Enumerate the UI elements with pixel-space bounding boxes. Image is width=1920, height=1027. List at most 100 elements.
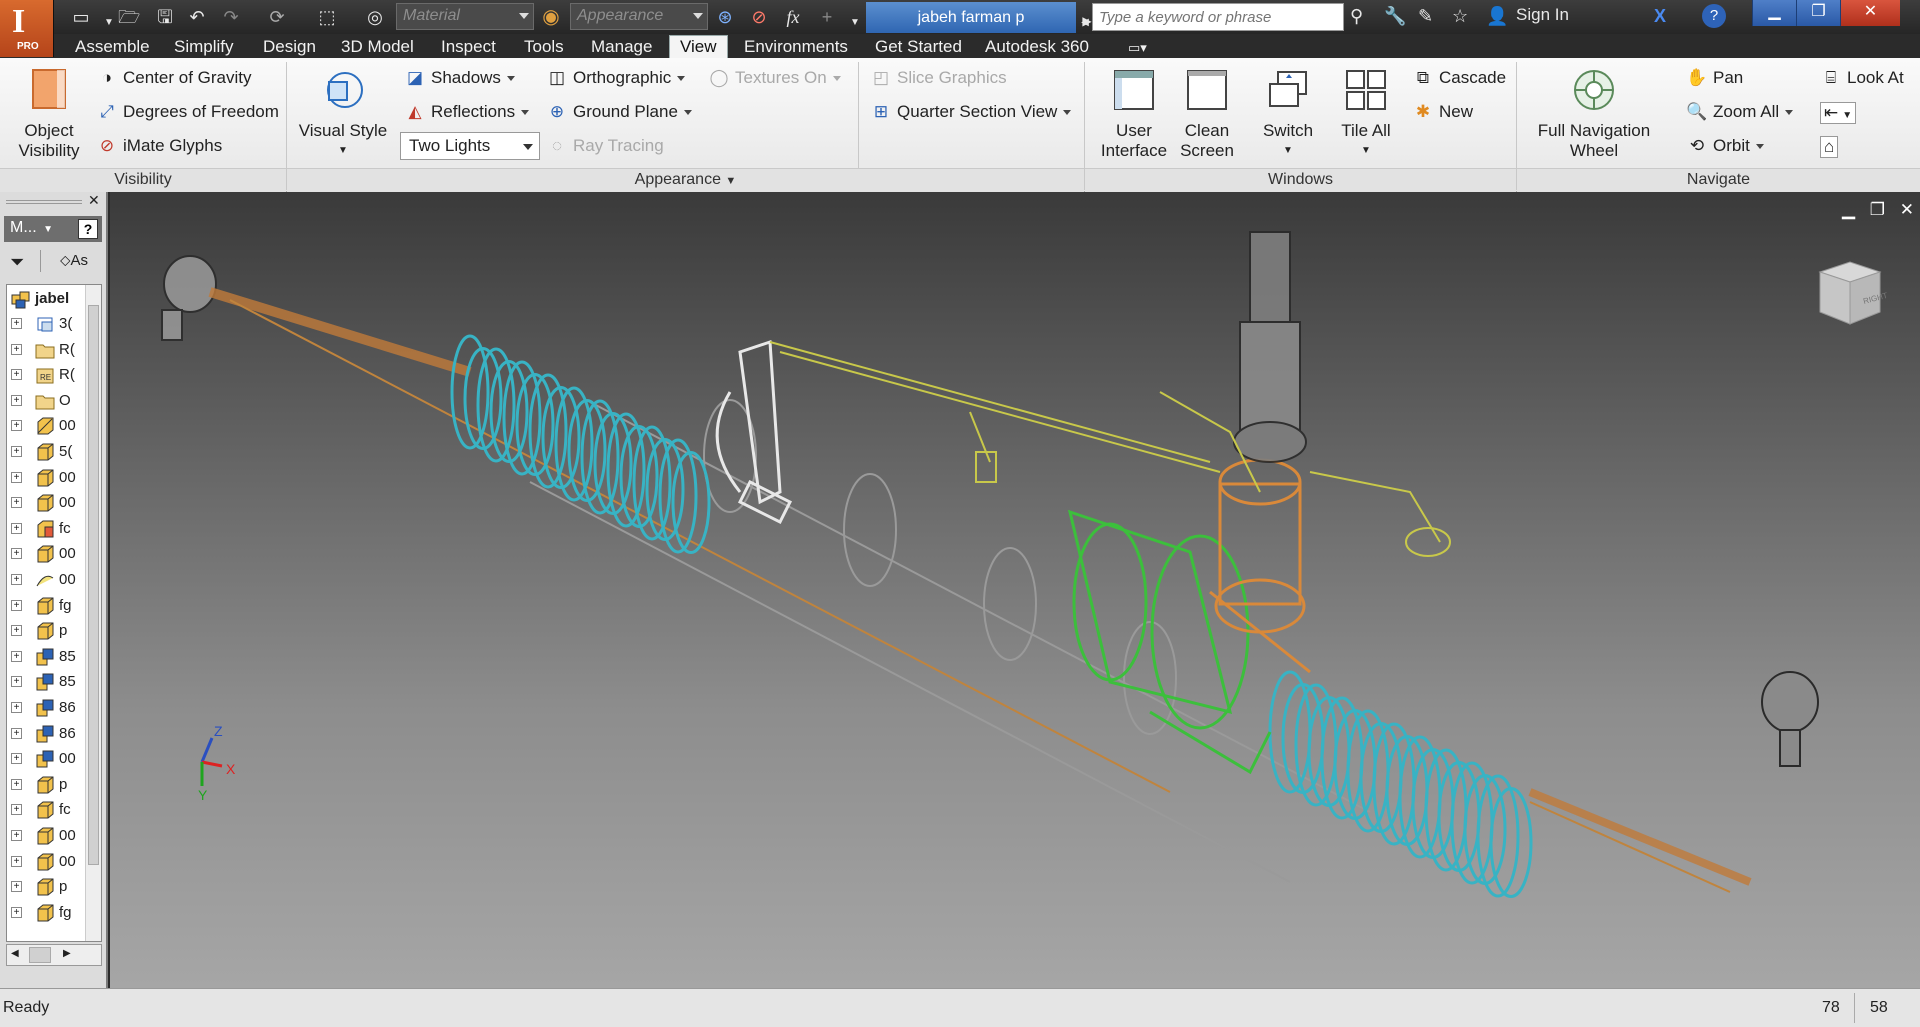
tree-item[interactable]: +3( <box>7 312 87 337</box>
tree-item[interactable]: + fg <box>7 901 87 926</box>
filter-icon[interactable]: ⏷ <box>10 252 24 273</box>
orbit-button[interactable]: ⟲ Orbit <box>1686 136 1764 156</box>
help-search-input[interactable] <box>1092 3 1344 31</box>
tab-tools[interactable]: Tools <box>524 35 564 58</box>
new-dropdown-icon[interactable]: ▼ <box>98 12 120 34</box>
expand-icon[interactable]: + <box>11 753 22 765</box>
minimize-button[interactable]: ▁ <box>1752 0 1796 26</box>
material-selector[interactable]: Material <box>396 3 534 30</box>
scrollbar-thumb[interactable] <box>88 305 99 865</box>
degrees-of-freedom-button[interactable]: ⤢ Degrees of Freedom <box>96 102 279 122</box>
full-navigation-wheel-button[interactable]: Full Navigation Wheel <box>1526 68 1662 161</box>
scroll-left-icon[interactable]: ◀ <box>11 948 19 959</box>
appearance-panel-title[interactable]: Appearance ▼ <box>287 168 1084 192</box>
undo-icon[interactable]: ↶ <box>186 6 208 28</box>
sign-in-link[interactable]: Sign In <box>1516 5 1569 25</box>
expand-icon[interactable]: + <box>11 369 22 381</box>
exchange-apps-icon[interactable]: X <box>1654 6 1666 27</box>
tree-root[interactable]: jabel <box>7 287 87 312</box>
close-button[interactable]: ✕ <box>1840 0 1900 26</box>
tree-item[interactable]: +00 <box>7 414 87 439</box>
expand-icon[interactable]: + <box>11 650 22 662</box>
visual-style-button[interactable]: Visual Style ▼ <box>296 68 390 161</box>
browser-help-icon[interactable]: ? <box>78 219 98 239</box>
tree-item[interactable]: + RE R( <box>7 363 87 388</box>
tab-design[interactable]: Design <box>263 35 316 58</box>
help-icon[interactable]: ? <box>1702 4 1726 28</box>
expand-icon[interactable]: + <box>11 778 22 790</box>
tree-item[interactable]: +00 <box>7 824 87 849</box>
expand-icon[interactable]: + <box>11 471 22 483</box>
subscription-icon[interactable]: 🔧 <box>1384 6 1406 27</box>
scroll-right-icon[interactable]: ▶ <box>63 948 71 959</box>
application-menu-button[interactable]: I PRO <box>0 0 54 57</box>
tab-assemble[interactable]: Assemble <box>75 35 150 58</box>
tree-item[interactable]: +00 <box>7 568 87 593</box>
tree-item[interactable]: +85 <box>7 645 87 670</box>
redo-icon[interactable]: ↷ <box>220 6 242 28</box>
previous-view-button[interactable]: ⇤ ▼ <box>1820 102 1857 124</box>
center-of-gravity-button[interactable]: ◑ Center of Gravity <box>96 68 252 88</box>
slice-graphics-button[interactable]: ◰ Slice Graphics <box>870 68 1007 88</box>
customize-qat-icon[interactable]: ▼ <box>844 12 866 34</box>
tree-item[interactable]: +00 <box>7 850 87 875</box>
expand-icon[interactable]: + <box>11 830 22 841</box>
quarter-section-view-button[interactable]: ⊞ Quarter Section View <box>870 102 1072 122</box>
expand-icon[interactable]: + <box>11 574 22 585</box>
user-interface-button[interactable]: User Interface <box>1096 68 1172 161</box>
tree-item[interactable]: + fc <box>7 517 87 542</box>
expand-icon[interactable]: + <box>11 727 22 739</box>
panel-grip[interactable] <box>6 200 82 204</box>
assembly-view-button[interactable]: ⬦As <box>60 252 88 269</box>
tab-autodesk-360[interactable]: Autodesk 360 <box>985 35 1089 58</box>
tree-item[interactable]: +00 <box>7 491 87 516</box>
tree-item[interactable]: + R( <box>7 338 87 363</box>
binoculars-icon[interactable]: ⚲ <box>1350 6 1363 27</box>
tab-manage[interactable]: Manage <box>591 35 652 58</box>
switch-windows-button[interactable]: Switch ▼ <box>1252 68 1324 161</box>
horizontal-scrollbar[interactable]: ◀ ▶ <box>6 944 102 966</box>
tile-all-button[interactable]: Tile All ▼ <box>1330 68 1402 161</box>
communication-center-icon[interactable]: ✎ <box>1418 6 1433 27</box>
parameters-icon[interactable]: fx <box>782 6 804 28</box>
clean-screen-button[interactable]: Clean Screen <box>1176 68 1238 161</box>
save-icon[interactable]: 🖫 <box>154 6 176 28</box>
zoom-all-button[interactable]: 🔍 Zoom All <box>1686 102 1794 122</box>
expand-icon[interactable]: + <box>11 881 22 893</box>
viewcube[interactable]: RIGHT <box>1810 252 1890 332</box>
tree-item[interactable]: +86 <box>7 722 87 747</box>
tree-scrollbar[interactable] <box>85 285 101 941</box>
expand-icon[interactable]: + <box>11 702 22 713</box>
color-override-icon[interactable]: ◎ <box>364 6 386 28</box>
add-icon[interactable]: + <box>816 6 838 28</box>
tree-item[interactable]: +86 <box>7 696 87 721</box>
shadows-button[interactable]: ◪ Shadows <box>404 68 515 88</box>
expand-icon[interactable]: + <box>11 855 22 867</box>
expand-icon[interactable]: + <box>11 599 22 611</box>
lighting-style-select[interactable]: Two Lights <box>400 132 540 160</box>
tab-simplify[interactable]: Simplify <box>174 35 234 58</box>
expand-icon[interactable]: + <box>11 394 22 406</box>
expand-icon[interactable]: + <box>11 548 22 560</box>
tab-inspect[interactable]: Inspect <box>441 35 496 58</box>
update-icon[interactable]: ⟳ <box>266 6 288 28</box>
home-view-button[interactable]: ⌂ <box>1820 136 1839 158</box>
tree-item[interactable]: +00 <box>7 542 87 567</box>
expand-icon[interactable]: + <box>11 522 22 534</box>
expand-icon[interactable]: + <box>11 804 22 816</box>
appearance-selector[interactable]: Appearance <box>570 3 708 30</box>
tree-item[interactable]: +00 <box>7 747 87 772</box>
graphics-viewport[interactable]: ▁ ❐ ✕ RIGHT Z X Y <box>110 192 1920 988</box>
steering-rack-model[interactable] <box>110 192 1920 988</box>
tab-3d-model[interactable]: 3D Model <box>341 35 414 58</box>
tree-item[interactable]: + fc <box>7 798 87 823</box>
expand-icon[interactable]: + <box>11 625 22 637</box>
cascade-button[interactable]: ⧉ Cascade <box>1412 68 1506 88</box>
tree-item[interactable]: + p <box>7 619 87 644</box>
expand-icon[interactable]: + <box>11 676 22 688</box>
orthographic-button[interactable]: ◫ Orthographic <box>546 68 686 88</box>
clear-appearance-icon[interactable]: ⊘ <box>748 6 770 28</box>
adjust-appearance-icon[interactable]: ⊛ <box>714 6 736 28</box>
new-file-icon[interactable]: ▭ <box>70 6 92 28</box>
tree-item[interactable]: + p <box>7 773 87 798</box>
